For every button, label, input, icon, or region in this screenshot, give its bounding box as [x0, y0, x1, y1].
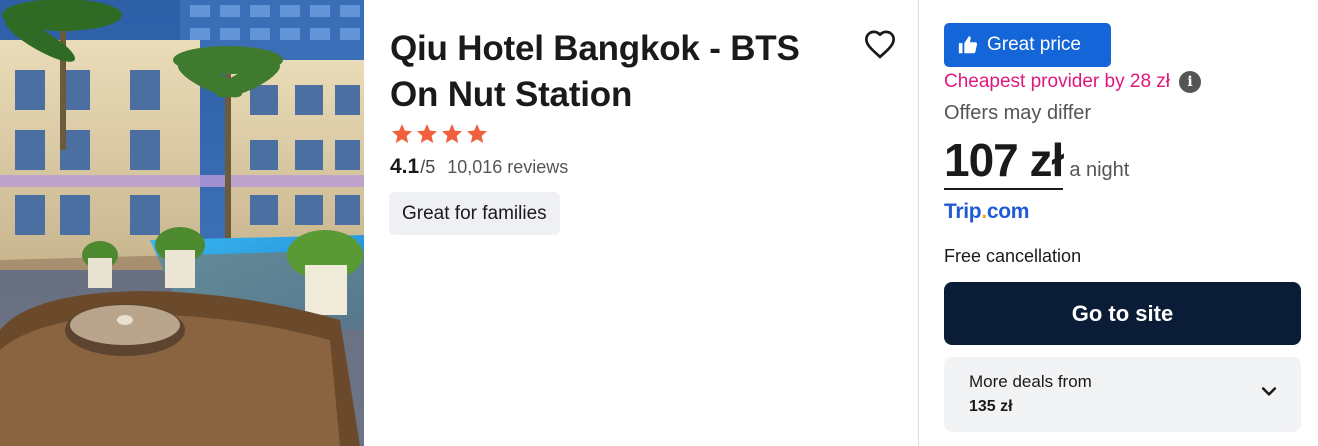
star-icon	[442, 124, 462, 143]
provider-name-part1: Trip	[944, 200, 982, 223]
cheapest-provider-row: Cheapest provider by 28 zł i	[944, 71, 1202, 93]
favorite-button[interactable]	[860, 24, 900, 64]
heart-outline-icon	[865, 30, 895, 59]
info-icon[interactable]: i	[1179, 71, 1202, 93]
rating-score: 4.1	[390, 155, 420, 178]
star-icon	[467, 124, 487, 143]
more-deals-label: More deals from	[969, 372, 1092, 391]
star-rating	[390, 122, 489, 146]
badge-label: Great price	[987, 34, 1081, 55]
column-divider	[918, 0, 919, 446]
review-summary: 4.1 /5 10,016 reviews	[390, 155, 568, 179]
nightly-price[interactable]: 107 zł	[944, 133, 1064, 190]
hotel-result-card: Qiu Hotel Bangkok - BTS On Nut Station 4…	[0, 0, 1318, 446]
thumbs-up-icon	[958, 36, 978, 54]
hotel-photo[interactable]	[0, 0, 364, 446]
price-row: 107 zł a night	[944, 133, 1129, 190]
hotel-name[interactable]: Qiu Hotel Bangkok - BTS On Nut Station	[390, 26, 810, 118]
star-icon	[417, 124, 437, 143]
feature-tag: Great for families	[389, 192, 560, 235]
go-to-site-button[interactable]: Go to site	[944, 282, 1301, 345]
offers-note: Offers may differ	[944, 102, 1092, 124]
more-deals-price: 135 zł	[969, 398, 1013, 415]
more-deals-dropdown[interactable]: More deals from 135 zł	[944, 357, 1301, 432]
star-icon	[392, 124, 412, 143]
provider-name-part2: com	[986, 200, 1030, 223]
provider-logo[interactable]: Trip.com	[944, 200, 1029, 224]
review-count[interactable]: 10,016 reviews	[447, 157, 568, 178]
hotel-info: Qiu Hotel Bangkok - BTS On Nut Station 4…	[364, 0, 918, 446]
hotel-photo-illustration	[0, 0, 364, 446]
rating-scale: /5	[420, 157, 436, 177]
per-night-label: a night	[1069, 159, 1130, 181]
price-panel: Great price Cheapest provider by 28 zł i…	[944, 0, 1301, 446]
chevron-down-icon	[1261, 387, 1277, 396]
great-price-badge: Great price	[944, 23, 1111, 67]
free-cancellation-label: Free cancellation	[944, 246, 1082, 266]
cheapest-provider-text: Cheapest provider by 28 zł	[944, 71, 1171, 92]
